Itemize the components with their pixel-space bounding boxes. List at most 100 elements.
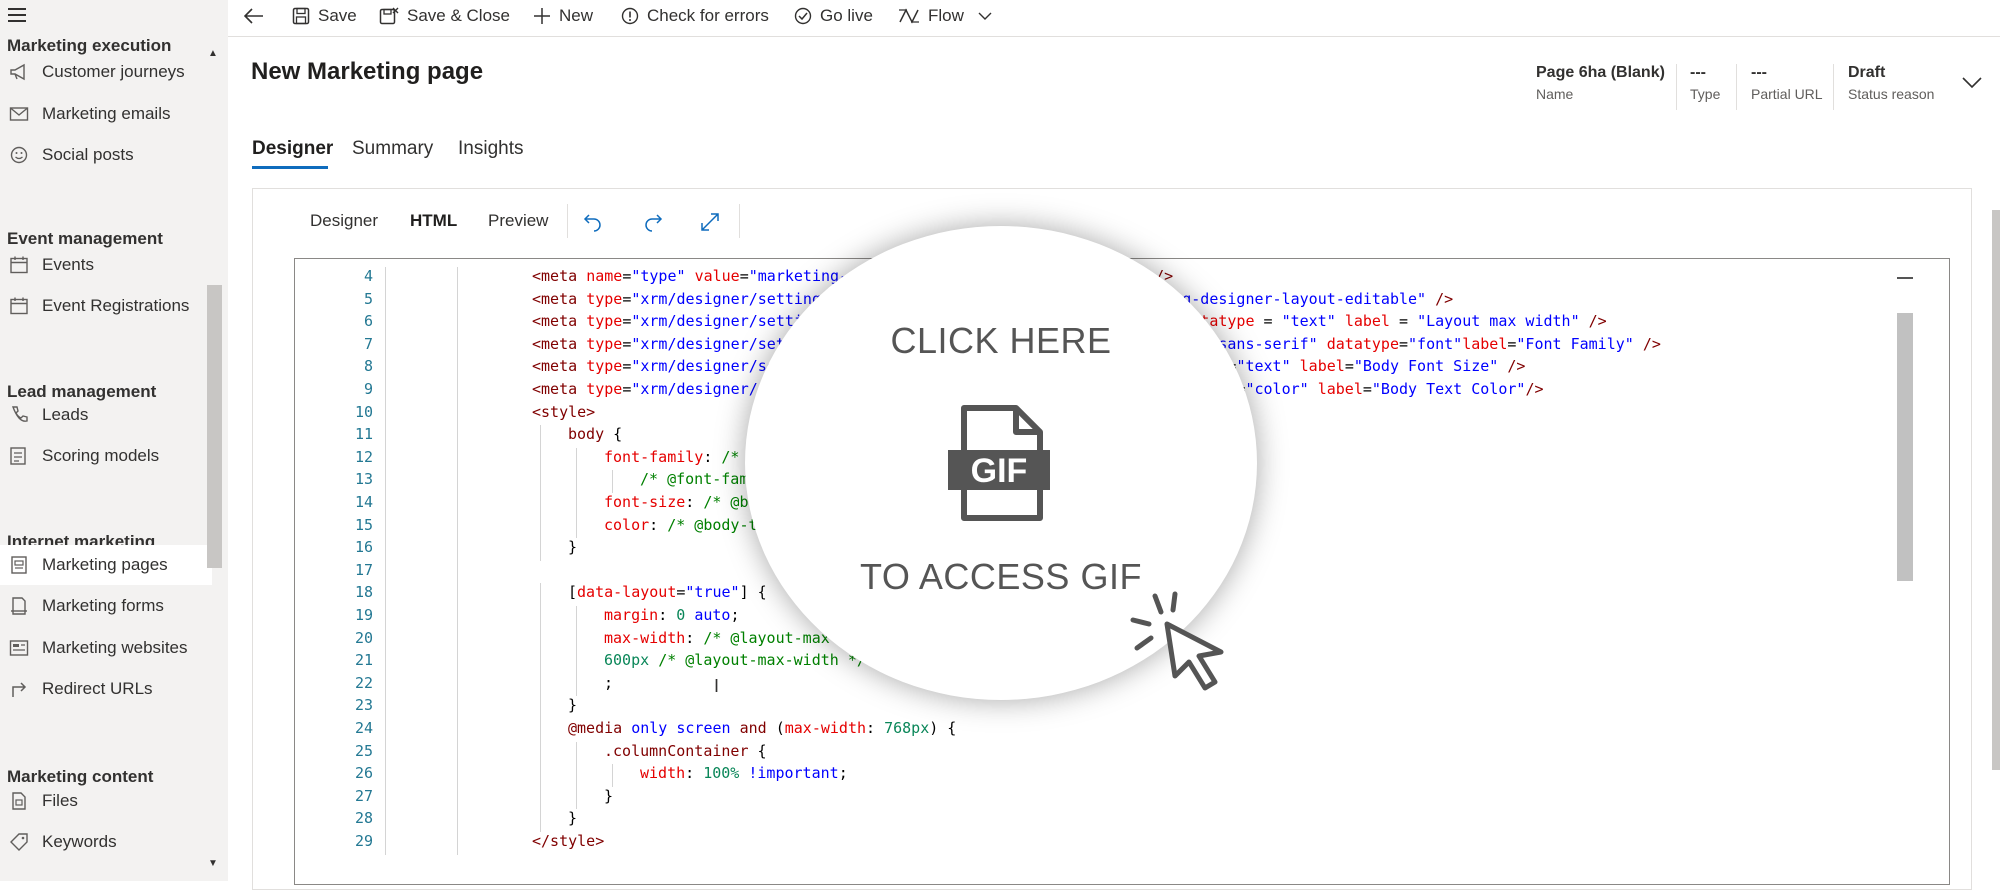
sidebar-item[interactable]: Customer journeys bbox=[0, 52, 212, 92]
code-token: type bbox=[586, 380, 623, 398]
save-button[interactable]: Save bbox=[292, 0, 357, 32]
sidebar-item[interactable]: Files bbox=[0, 781, 212, 821]
sidebar-item[interactable]: Leads bbox=[0, 395, 212, 435]
indent-guide bbox=[540, 628, 541, 652]
code-token: @media bbox=[568, 719, 623, 737]
header-field-label: Type bbox=[1690, 86, 1721, 102]
code-token: font-family bbox=[604, 447, 704, 466]
header-expand-button[interactable] bbox=[1962, 76, 1982, 94]
calendar-icon bbox=[6, 255, 32, 275]
code-token: = bbox=[622, 289, 632, 308]
sidebar-item[interactable]: Scoring models bbox=[0, 436, 212, 476]
sidebar-item[interactable]: Keywords bbox=[0, 822, 212, 862]
code-content: <style> bbox=[532, 403, 595, 421]
code-token: = bbox=[1344, 357, 1354, 376]
scroll-up-icon[interactable]: ▲ bbox=[208, 48, 220, 59]
page-scrollbar[interactable] bbox=[1992, 210, 2000, 770]
sidebar-item[interactable]: Redirect URLs bbox=[0, 669, 212, 709]
back-button[interactable] bbox=[244, 0, 272, 32]
code-token: /> bbox=[1525, 380, 1544, 398]
save-close-button[interactable]: Save & Close bbox=[379, 0, 510, 32]
subtab-preview[interactable]: Preview bbox=[488, 211, 548, 231]
sidebar-item-label: Files bbox=[42, 791, 78, 810]
sidebar-item[interactable]: Social posts bbox=[0, 135, 212, 175]
indent-guide bbox=[576, 470, 577, 493]
sidebar-item[interactable]: Event Registrations bbox=[0, 286, 212, 326]
code-content: 600px /* @layout-max-width */ bbox=[604, 651, 866, 669]
line-number: 17 bbox=[354, 560, 373, 579]
flow-label: Flow bbox=[928, 6, 964, 25]
indent-guide bbox=[457, 402, 458, 426]
flow-button[interactable]: Flow bbox=[898, 0, 1000, 32]
indent-guide bbox=[385, 741, 386, 765]
indent-guide bbox=[385, 560, 386, 584]
code-token: "Font Family" bbox=[1516, 334, 1634, 353]
subtab-designer[interactable]: Designer bbox=[310, 211, 378, 231]
sidebar-item[interactable]: Marketing pages bbox=[0, 545, 212, 585]
indent-guide bbox=[540, 470, 541, 493]
go-live-button[interactable]: Go live bbox=[794, 0, 873, 32]
indent-guide bbox=[540, 538, 541, 561]
line-number: 4 bbox=[363, 267, 373, 285]
back-arrow-icon bbox=[244, 8, 263, 24]
indent-guide bbox=[457, 380, 458, 403]
indent-guide bbox=[385, 402, 386, 426]
indent-guide bbox=[540, 583, 541, 606]
code-token: : bbox=[658, 606, 677, 624]
code-token: data-layout bbox=[577, 583, 677, 602]
tab-designer[interactable]: Designer bbox=[252, 138, 333, 160]
line-number: 6 bbox=[363, 312, 373, 331]
gif-overlay[interactable]: CLICK HERE GIF TO ACCESS GIF bbox=[745, 226, 1257, 700]
indent-guide bbox=[540, 606, 541, 629]
indent-guide bbox=[385, 470, 386, 493]
sidebar-item[interactable]: Marketing emails bbox=[0, 94, 212, 134]
code-token: { bbox=[748, 741, 767, 760]
line-number: 7 bbox=[363, 334, 373, 353]
code-token: = bbox=[622, 267, 632, 285]
line-number: 18 bbox=[354, 583, 373, 602]
sidebar-scrollbar[interactable] bbox=[207, 285, 222, 568]
hamburger-menu-icon[interactable] bbox=[8, 8, 26, 22]
code-token: "xrm/designer/setting" bbox=[631, 289, 840, 308]
sidebar-item[interactable]: Marketing forms bbox=[0, 586, 212, 626]
code-token: <meta bbox=[532, 357, 587, 376]
code-token: "color" bbox=[1245, 380, 1318, 398]
scroll-down-icon[interactable]: ▼ bbox=[208, 858, 220, 869]
sidebar-item[interactable]: Marketing websites bbox=[0, 628, 212, 668]
code-content: .columnContainer { bbox=[604, 742, 767, 760]
indent-guide bbox=[457, 696, 458, 719]
code-token: 100% bbox=[703, 764, 740, 783]
indent-guide bbox=[540, 764, 541, 787]
code-token: = bbox=[622, 380, 632, 398]
sidebar-item-label: Marketing forms bbox=[42, 596, 164, 615]
new-button[interactable]: New bbox=[533, 0, 593, 32]
header-divider bbox=[1676, 64, 1677, 110]
code-content: width: 100% !important; bbox=[640, 764, 848, 782]
line-number: 14 bbox=[354, 493, 373, 511]
save-icon bbox=[292, 7, 310, 25]
indent-guide bbox=[385, 628, 386, 652]
code-scrollbar[interactable] bbox=[1897, 313, 1913, 581]
expand-button[interactable] bbox=[697, 209, 723, 235]
indent-guide bbox=[385, 696, 386, 719]
sidebar-item[interactable]: Events bbox=[0, 245, 212, 285]
subtab-html[interactable]: HTML bbox=[410, 211, 457, 231]
tab-summary[interactable]: Summary bbox=[352, 138, 433, 160]
new-label: New bbox=[559, 6, 594, 25]
indent-guide bbox=[540, 651, 541, 674]
code-token: <meta bbox=[532, 380, 587, 398]
code-token: font-size bbox=[604, 493, 686, 511]
line-number: 26 bbox=[354, 764, 373, 783]
undo-button[interactable] bbox=[580, 209, 606, 235]
indent-guide bbox=[576, 786, 577, 810]
tab-insights[interactable]: Insights bbox=[458, 138, 523, 160]
code-token: <style> bbox=[532, 402, 596, 421]
sidebar-item-label: Keywords bbox=[42, 832, 117, 851]
code-token: /> bbox=[1633, 334, 1661, 353]
check-errors-button[interactable]: Check for errors bbox=[621, 0, 769, 32]
website-icon bbox=[6, 638, 32, 658]
code-token: [ bbox=[568, 583, 578, 602]
redo-button[interactable] bbox=[640, 209, 666, 235]
code-line: 29 </style> bbox=[295, 832, 1949, 855]
info-circle-icon bbox=[621, 7, 639, 25]
